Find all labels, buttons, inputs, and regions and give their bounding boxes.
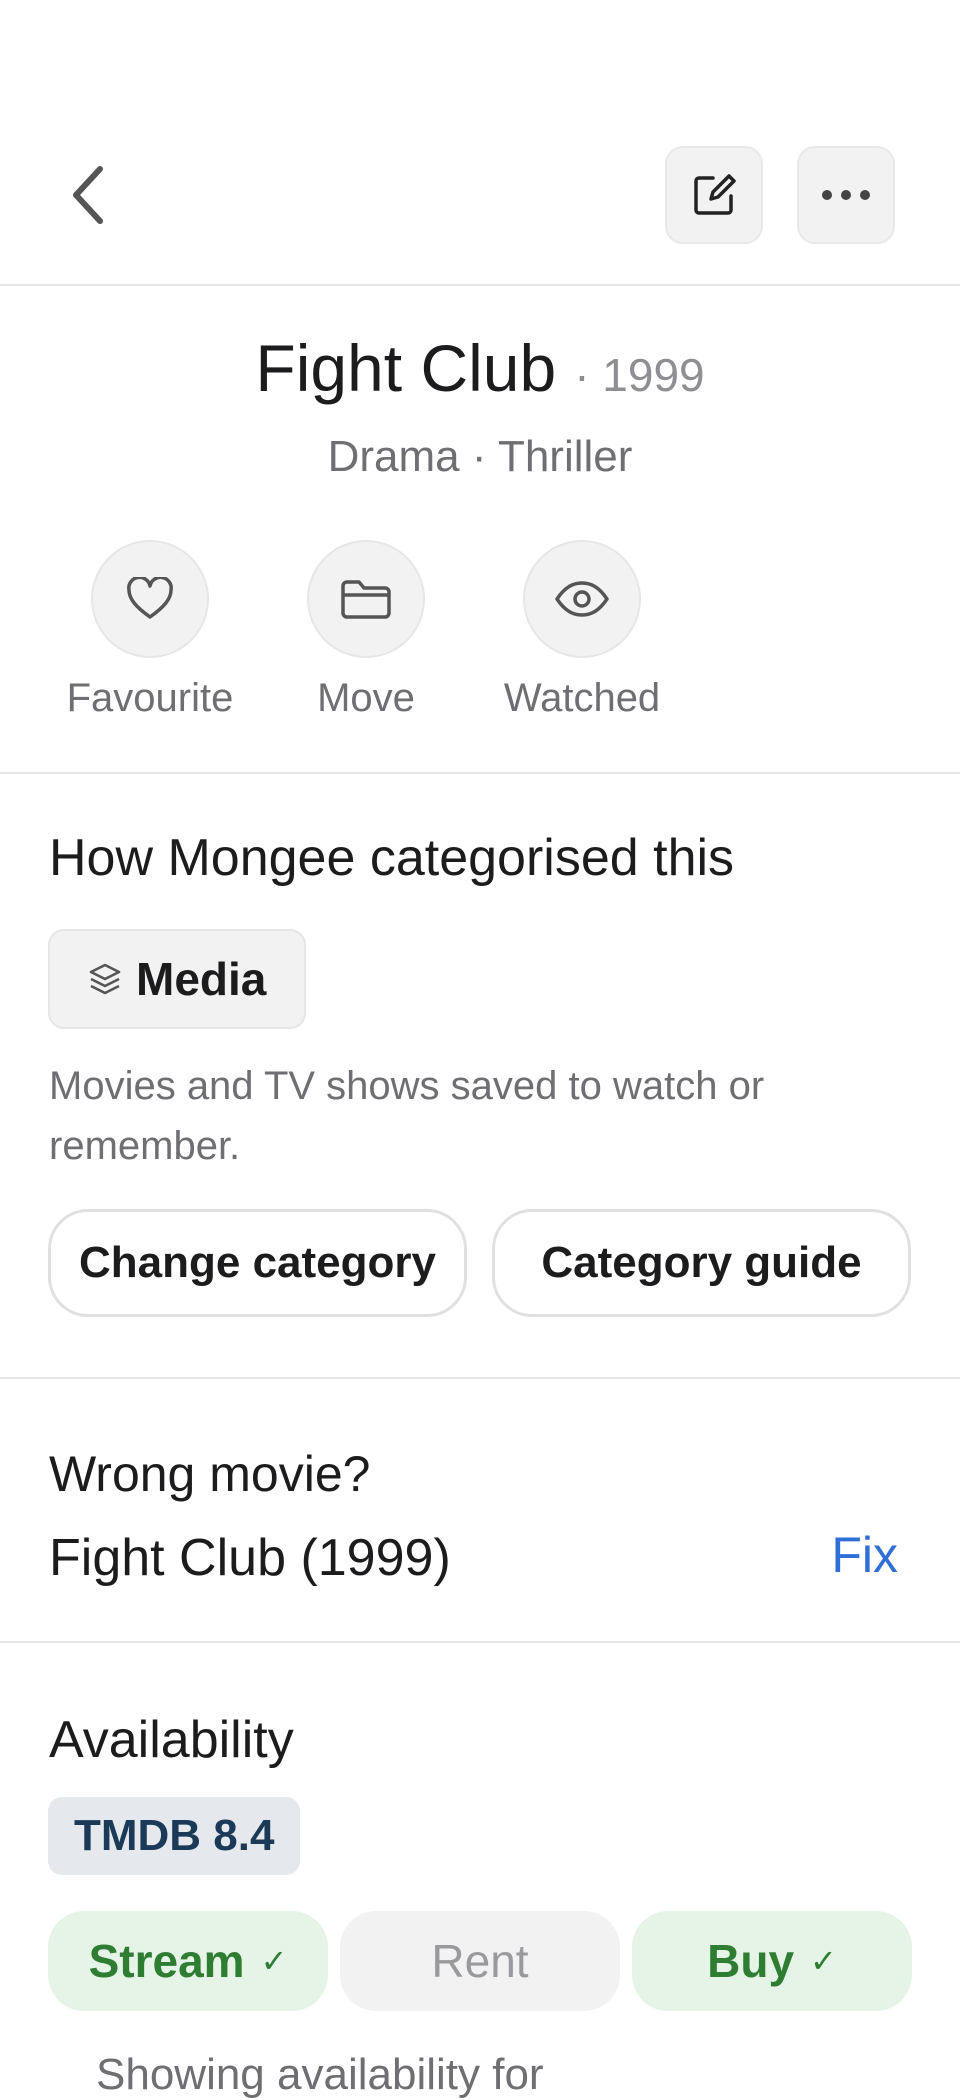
tmdb-rating-badge: TMDB 8.4: [48, 1797, 301, 1875]
divider: [0, 1377, 960, 1379]
rent-option[interactable]: Rent: [340, 1911, 620, 2011]
favourite-circle: [91, 540, 209, 658]
check-icon: ✓: [260, 1943, 288, 1979]
edit-icon: [694, 174, 736, 215]
move-label: Move: [317, 676, 415, 720]
fix-link[interactable]: Fix: [831, 1526, 898, 1584]
category-chip-label: Media: [136, 953, 267, 1005]
layers-icon: [89, 963, 121, 995]
check-icon: ✓: [810, 1943, 837, 1979]
availability-heading: Availability: [49, 1711, 294, 1769]
change-category-button[interactable]: Change category: [48, 1209, 467, 1317]
category-description: Movies and TV shows saved to watch or re…: [49, 1064, 765, 1168]
watched-label: Watched: [503, 676, 661, 720]
divider: [0, 1641, 960, 1643]
favourite-button[interactable]: Favourite: [50, 540, 250, 721]
category-chip[interactable]: Media: [48, 929, 307, 1029]
movie-title: Fight Club: [255, 331, 557, 405]
movie-year: · 1999: [574, 349, 705, 401]
availability-note: Showing availability for: [96, 2050, 544, 2099]
matched-movie: Fight Club (1999): [49, 1529, 451, 1587]
watched-circle: [523, 540, 641, 658]
favourite-label: Favourite: [66, 676, 234, 720]
buy-label: Buy: [707, 1935, 795, 1987]
category-guide-button[interactable]: Category guide: [492, 1209, 911, 1317]
top-bar: [0, 0, 960, 286]
more-button[interactable]: [797, 146, 895, 244]
movie-genres: Drama · Thriller: [327, 432, 633, 481]
category-heading: How Mongee categorised this: [49, 829, 735, 887]
eye-icon: [555, 581, 609, 617]
divider: [0, 772, 960, 774]
stream-option[interactable]: Stream ✓: [48, 1911, 328, 2011]
stream-label: Stream: [88, 1935, 245, 1987]
movie-title-row: Fight Club · 1999: [0, 330, 960, 406]
folder-icon: [341, 580, 391, 619]
rent-label: Rent: [431, 1935, 529, 1987]
move-circle: [307, 540, 425, 658]
heart-icon: [127, 577, 173, 619]
buy-option[interactable]: Buy ✓: [632, 1911, 912, 2011]
back-button[interactable]: [56, 160, 120, 230]
wrong-movie-question: Wrong movie?: [49, 1446, 371, 1502]
edit-button[interactable]: [665, 146, 763, 244]
watched-button[interactable]: Watched: [482, 540, 682, 721]
chevron-left-icon: [73, 166, 103, 224]
move-button[interactable]: Move: [266, 540, 466, 721]
more-icon: [822, 190, 870, 200]
